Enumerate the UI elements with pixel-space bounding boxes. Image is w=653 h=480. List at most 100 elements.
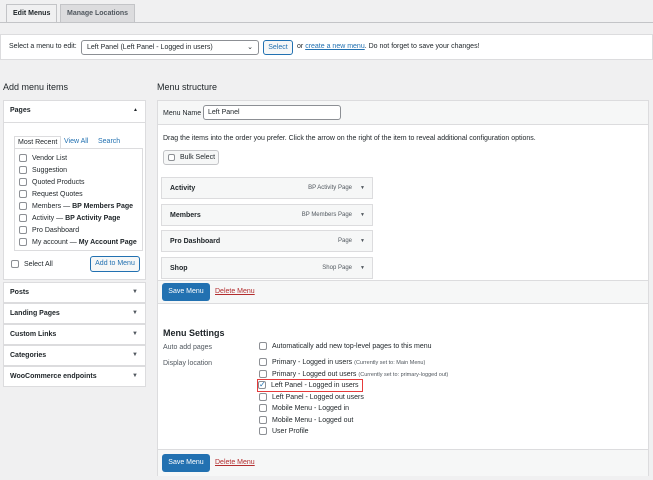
tab-divider — [0, 22, 653, 23]
menu-settings-heading: Menu Settings — [163, 328, 225, 338]
checkbox[interactable] — [259, 342, 267, 351]
checkbox[interactable] — [259, 427, 267, 436]
menu-item-type: BP Members Page — [301, 211, 352, 218]
checkbox[interactable] — [259, 358, 267, 367]
page-item[interactable]: Vendor ListVendor List — [19, 153, 67, 165]
accordion-section[interactable]: WooCommerce endpoints ▼ — [3, 366, 146, 387]
expand-arrow-icon[interactable]: ▼ — [132, 289, 138, 295]
create-new-menu-link[interactable]: create a new menu — [305, 43, 365, 50]
menu-select[interactable]: Left Panel (Left Panel - Logged in users… — [81, 40, 259, 55]
or-text: or — [297, 43, 304, 50]
expand-arrow-icon[interactable]: ▼ — [360, 238, 365, 244]
menu-structure-heading: Menu structure — [157, 82, 218, 92]
checked-checkbox[interactable]: ✓ — [258, 381, 266, 390]
section-title: Custom Links — [10, 331, 57, 338]
location-label: Mobile Menu - Logged in — [272, 405, 350, 412]
page-item[interactable]: Pro DashboardPro Dashboard — [19, 225, 79, 237]
menu-item-title: Pro Dashboard — [170, 238, 221, 245]
save-menu-button-top[interactable]: Save Menu — [162, 283, 210, 301]
location-label: User Profile — [272, 428, 309, 435]
expand-arrow-icon[interactable]: ▼ — [132, 331, 138, 337]
accordion-section[interactable]: Custom Links ▼ — [3, 324, 146, 345]
checkbox[interactable] — [19, 214, 27, 223]
accordion-section[interactable]: Categories ▼ — [3, 345, 146, 366]
checkbox[interactable] — [11, 260, 19, 269]
page-item[interactable]: SuggestionSuggestion — [19, 165, 67, 177]
display-location-label: Display location — [163, 360, 213, 367]
select-button[interactable]: Select — [263, 40, 293, 55]
add-menu-items-heading: Add menu items — [3, 82, 69, 92]
page-item[interactable]: My account — My Account PageMy account —… — [19, 237, 137, 249]
checkbox[interactable] — [168, 153, 175, 161]
accordion-section[interactable]: Posts ▼ — [3, 282, 146, 303]
location-option[interactable]: Left Panel - Logged out users — [259, 392, 364, 404]
checkbox[interactable] — [19, 202, 27, 211]
chevron-down-icon: ⌄ — [247, 44, 253, 51]
accordion-section[interactable]: Landing Pages ▼ — [3, 303, 146, 324]
add-to-menu-button[interactable]: Add to Menu — [90, 256, 140, 272]
expand-arrow-icon[interactable]: ▼ — [360, 212, 365, 218]
menu-item[interactable]: Members BP Members Page ▼ — [161, 203, 373, 226]
checkbox[interactable] — [259, 369, 267, 378]
page-item[interactable]: Quoted ProductsQuoted Products — [19, 177, 85, 189]
checkbox[interactable] — [259, 404, 267, 413]
pages-header[interactable]: Pages ▲ — [4, 101, 145, 123]
page-item-text: Quoted Products — [32, 179, 85, 186]
checkbox[interactable] — [19, 238, 27, 247]
expand-arrow-icon[interactable]: ▼ — [360, 185, 365, 191]
expand-arrow-icon[interactable]: ▼ — [360, 265, 365, 271]
location-note: (Currently set to: primary-logged out) — [358, 371, 449, 378]
location-option[interactable]: Primary - Logged in users (Currently set… — [259, 357, 425, 369]
tab-manage-locations[interactable]: Manage Locations — [60, 4, 136, 23]
menu-item[interactable]: Activity BP Activity Page ▼ — [161, 177, 373, 199]
tab-view-all[interactable]: View All — [64, 138, 88, 145]
checkbox[interactable] — [259, 415, 267, 424]
checkbox[interactable] — [19, 154, 27, 163]
location-label: Primary - Logged in users — [272, 359, 353, 366]
auto-add-option-label: Automatically add new top-level pages to… — [272, 343, 432, 350]
page-item-text: My account — My Account Page — [32, 239, 137, 246]
checkbox[interactable] — [19, 178, 27, 187]
menu-name-label: Menu Name — [163, 110, 202, 117]
page-item[interactable]: Request QuotesRequest Quotes — [19, 189, 83, 201]
delete-menu-link-top[interactable]: Delete Menu — [215, 288, 255, 295]
delete-menu-link[interactable]: Delete Menu — [215, 459, 255, 466]
select-all[interactable]: Select All — [11, 259, 53, 271]
pages-title: Pages — [10, 107, 31, 114]
bulk-select[interactable]: Bulk Select — [163, 150, 219, 165]
auto-add-option[interactable]: Automatically add new top-level pages to… — [259, 341, 432, 353]
section-title: WooCommerce endpoints — [10, 373, 97, 380]
page-item-text: Request Quotes — [32, 191, 83, 198]
checkbox[interactable] — [19, 190, 27, 199]
menu-item-title: Members — [170, 211, 201, 219]
expand-arrow-icon[interactable]: ▼ — [132, 352, 138, 358]
checkbox[interactable] — [19, 226, 27, 235]
menu-select-value: Left Panel (Left Panel - Logged in users… — [87, 44, 213, 51]
location-option[interactable]: Mobile Menu - Logged out — [259, 415, 353, 427]
page-item-text: Pro Dashboard — [32, 227, 80, 234]
save-reminder: . Do not forget to save your changes! — [364, 43, 480, 50]
checkbox[interactable] — [19, 166, 27, 175]
menu-item-type: Shop Page — [322, 264, 352, 271]
page-item[interactable]: Activity — BP Activity PageActivity — BP… — [19, 213, 120, 225]
location-option[interactable]: User Profile — [259, 426, 309, 438]
page-item-text: Activity — BP Activity Page — [32, 215, 121, 222]
collapse-arrow-icon[interactable]: ▲ — [133, 107, 138, 113]
tab-edit-menus[interactable]: Edit Menus — [6, 4, 58, 23]
expand-arrow-icon[interactable]: ▼ — [132, 310, 138, 316]
location-label: Mobile Menu - Logged out — [272, 416, 354, 424]
pages-list[interactable]: Vendor ListVendor ListSuggestionSuggesti… — [14, 148, 143, 251]
expand-arrow-icon[interactable]: ▼ — [132, 373, 138, 379]
menu-item[interactable]: Shop Shop Page ▼ — [161, 256, 373, 279]
location-option[interactable]: ✓ Left Panel - Logged in users — [257, 379, 363, 392]
pages-panel: Pages ▲ Most Recent View All Search Vendo… — [3, 100, 146, 280]
menu-name-input[interactable]: Left Panel — [203, 105, 341, 120]
menu-item[interactable]: Pro Dashboard Page ▼ — [161, 230, 373, 252]
location-option[interactable]: Mobile Menu - Logged in — [259, 403, 349, 415]
checkbox[interactable] — [259, 392, 267, 401]
tab-search[interactable]: Search — [98, 138, 120, 145]
page-item[interactable]: Members — BP Members PageMembers — BP Me… — [19, 201, 133, 213]
menu-item-type: Page — [337, 238, 352, 244]
save-menu-button[interactable]: Save Menu — [162, 454, 210, 472]
tab-most-recent[interactable]: Most Recent — [14, 136, 62, 148]
